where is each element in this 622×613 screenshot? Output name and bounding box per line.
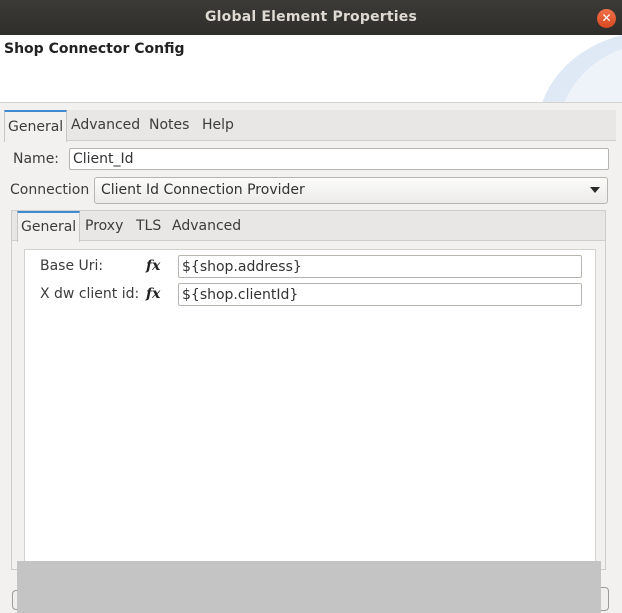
tab-notes[interactable]: Notes	[149, 110, 189, 141]
client-id-label: X dw client id:	[40, 286, 140, 302]
base-uri-label: Base Uri:	[40, 258, 104, 274]
footer-button-right[interactable]	[600, 587, 609, 611]
tab-advanced[interactable]: Advanced	[71, 110, 140, 141]
fx-expression-icon[interactable]: fx	[146, 286, 160, 302]
title-bar: Global Element Properties ✕	[0, 0, 622, 35]
name-label: Name:	[13, 151, 60, 167]
header-decoration-icon	[542, 35, 622, 102]
close-icon[interactable]: ✕	[597, 9, 616, 28]
overlay-region	[17, 561, 601, 613]
tab-general[interactable]: General	[4, 110, 68, 142]
connection-label: Connection	[10, 182, 90, 198]
fx-expression-icon[interactable]: fx	[146, 258, 160, 274]
connection-value: Client Id Connection Provider	[101, 182, 305, 198]
name-field[interactable]: Client_Id	[69, 148, 609, 170]
base-uri-field[interactable]: ${shop.address}	[178, 255, 582, 278]
connection-dropdown[interactable]: Client Id Connection Provider	[94, 177, 608, 204]
inner-tab-general[interactable]: General	[17, 211, 81, 242]
dialog-heading: Shop Connector Config	[4, 41, 185, 57]
inner-tab-bar: General Proxy TLS Advanced	[12, 211, 605, 242]
inner-tab-advanced[interactable]: Advanced	[172, 211, 241, 242]
client-id-field[interactable]: ${shop.clientId}	[178, 283, 582, 306]
inner-tab-tls[interactable]: TLS	[136, 211, 161, 242]
inner-tab-proxy[interactable]: Proxy	[85, 211, 123, 242]
chevron-down-icon	[590, 187, 600, 193]
outer-tab-bar: General Advanced Notes Help	[4, 110, 616, 142]
dialog-header: Shop Connector Config	[0, 35, 622, 103]
tab-help[interactable]: Help	[202, 110, 234, 141]
window-title: Global Element Properties	[204, 9, 418, 25]
